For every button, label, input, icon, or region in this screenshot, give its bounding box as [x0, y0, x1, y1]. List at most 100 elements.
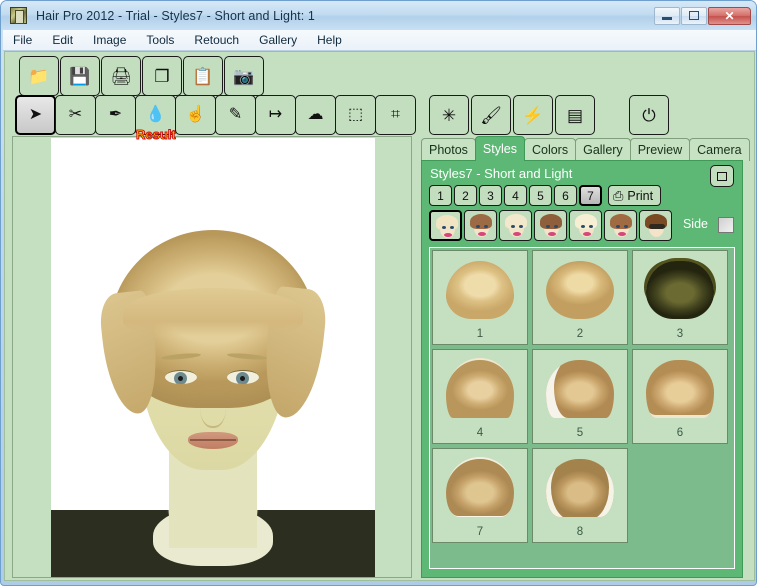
face-preset-eye	[519, 225, 523, 228]
styles-panel-title: Styles7 - Short and Light	[430, 166, 573, 181]
magic-wand-tool[interactable]: ✳	[429, 95, 469, 135]
hairstyle-3[interactable]: 3	[632, 250, 728, 345]
face-preset-eye	[442, 226, 446, 229]
tab-gallery[interactable]: Gallery	[575, 138, 631, 161]
face-preset-2[interactable]	[464, 210, 497, 241]
face-preset-7[interactable]	[639, 210, 672, 241]
window-controls: ✕	[653, 6, 751, 25]
image-canvas-panel[interactable]	[12, 136, 412, 578]
menu-item-edit[interactable]: Edit	[52, 33, 73, 47]
close-button[interactable]: ✕	[708, 6, 751, 25]
eyedropper-tool[interactable]: ✒	[95, 95, 136, 135]
face-preset-eye	[554, 225, 558, 228]
hairstyle-8[interactable]: 8	[532, 448, 628, 543]
print-button[interactable]: ⎙ Print	[608, 185, 662, 206]
restore-window-button[interactable]	[710, 165, 734, 187]
airbrush-tool[interactable]: ✎	[215, 95, 256, 135]
hairstyle-thumbnail	[546, 261, 614, 319]
face-preset-mouth	[583, 232, 591, 236]
styles-side-panel: Photos Styles Colors Gallery Preview Camera S…	[421, 136, 750, 578]
eye-left	[165, 370, 197, 384]
menu-item-image[interactable]: Image	[93, 33, 126, 47]
hairstyle-caption: 8	[576, 526, 584, 538]
hairstyle-2[interactable]: 2	[532, 250, 628, 345]
page-button-2[interactable]: 2	[454, 185, 477, 206]
eye-right	[227, 370, 259, 384]
tab-preview[interactable]: Preview	[629, 138, 691, 161]
app-icon	[10, 7, 27, 24]
hairstyle-caption: 5	[576, 427, 584, 439]
camera-icon[interactable]: 📷	[224, 56, 264, 96]
page-button-row: 1 2 3 4 5 6 7 ⎙ Print	[429, 185, 662, 206]
hairstyle-7[interactable]: 7	[432, 448, 528, 543]
hairstyle-caption: 6	[676, 427, 684, 439]
hairstyle-1[interactable]: 1	[432, 250, 528, 345]
face-preset-6[interactable]	[604, 210, 637, 241]
cassette-tool[interactable]: ▤	[555, 95, 595, 135]
paste-icon[interactable]: 📋	[183, 56, 223, 96]
print-button-label: Print	[627, 188, 654, 203]
hairstyle-thumbnail	[646, 261, 714, 319]
tab-colors[interactable]: Colors	[523, 138, 577, 161]
open-folder-icon[interactable]: 📁	[19, 56, 59, 96]
side-label: Side	[682, 217, 708, 231]
menu-item-file[interactable]: File	[13, 33, 32, 47]
menu-item-tools[interactable]: Tools	[146, 33, 174, 47]
copy-icon[interactable]: ❐	[142, 56, 182, 96]
face-preset-eye	[589, 225, 593, 228]
crop-tool[interactable]: ⌗	[375, 95, 416, 135]
lightning-tool[interactable]: ⚡	[513, 95, 553, 135]
page-button-7[interactable]: 7	[579, 185, 602, 206]
smudge-hand-tool[interactable]: ☝	[175, 95, 216, 135]
tab-camera[interactable]: Camera	[689, 138, 750, 161]
hairstyle-6[interactable]: 6	[632, 349, 728, 444]
menu-item-gallery[interactable]: Gallery	[259, 33, 297, 47]
paint-brush-tool[interactable]: 🖌	[471, 95, 511, 135]
print-icon[interactable]: 🖨	[101, 56, 141, 96]
hairstyle-thumbnail	[446, 261, 514, 319]
portrait-photo[interactable]	[51, 138, 375, 577]
page-button-3[interactable]: 3	[479, 185, 502, 206]
minimize-button[interactable]	[654, 6, 680, 25]
face-preset-hair	[505, 214, 527, 229]
razor-tool[interactable]: ↦	[255, 95, 296, 135]
pointer-tool[interactable]: ➤	[15, 95, 56, 135]
power-button[interactable]: ⏻	[629, 95, 669, 135]
hairstyle-5[interactable]: 5	[532, 349, 628, 444]
page-button-6[interactable]: 6	[554, 185, 577, 206]
application-window: Hair Pro 2012 - Trial - Styles7 - Short …	[0, 0, 757, 586]
face-preset-4[interactable]	[534, 210, 567, 241]
face-preset-eye	[476, 225, 480, 228]
face-preset-eye	[450, 226, 454, 229]
face-preset-hair	[470, 214, 492, 229]
face-preset-hair	[540, 214, 562, 229]
hairstyle-caption: 7	[476, 526, 484, 538]
page-button-4[interactable]: 4	[504, 185, 527, 206]
scissors-tool[interactable]: ✂	[55, 95, 96, 135]
tab-strip: Photos Styles Colors Gallery Preview Camera	[421, 136, 750, 161]
side-checkbox[interactable]	[718, 217, 734, 233]
face-preset-1[interactable]	[429, 210, 462, 241]
face-preset-3[interactable]	[499, 210, 532, 241]
cloud-lasso-tool[interactable]: ☁	[295, 95, 336, 135]
page-button-1[interactable]: 1	[429, 185, 452, 206]
hairstyle-thumbnail	[446, 360, 514, 418]
page-button-5[interactable]: 5	[529, 185, 552, 206]
tab-styles[interactable]: Styles	[474, 136, 525, 161]
maximize-button[interactable]	[681, 6, 707, 25]
fringe-shape	[123, 288, 303, 336]
hairstyle-4[interactable]: 4	[432, 349, 528, 444]
lips-shape	[188, 432, 238, 449]
hairstyle-grid-inner: 1 2 3 4 5 6 7 8	[432, 250, 732, 543]
menu-item-retouch[interactable]: Retouch	[194, 33, 239, 47]
hairstyle-thumbnail	[546, 360, 614, 418]
tab-photos[interactable]: Photos	[421, 138, 476, 161]
result-overlay-label: Result	[136, 128, 176, 140]
save-disk-icon[interactable]: 💾	[60, 56, 100, 96]
tools-toolbar: ➤ ✂ ✒ 💧 ☝ ✎ ↦ ☁ ⬚ ⌗	[15, 95, 416, 135]
rect-select-tool[interactable]: ⬚	[335, 95, 376, 135]
face-preset-mouth	[618, 232, 626, 236]
menu-bar: File Edit Image Tools Retouch Gallery Help	[3, 30, 756, 51]
menu-item-help[interactable]: Help	[317, 33, 342, 47]
face-preset-5[interactable]	[569, 210, 602, 241]
